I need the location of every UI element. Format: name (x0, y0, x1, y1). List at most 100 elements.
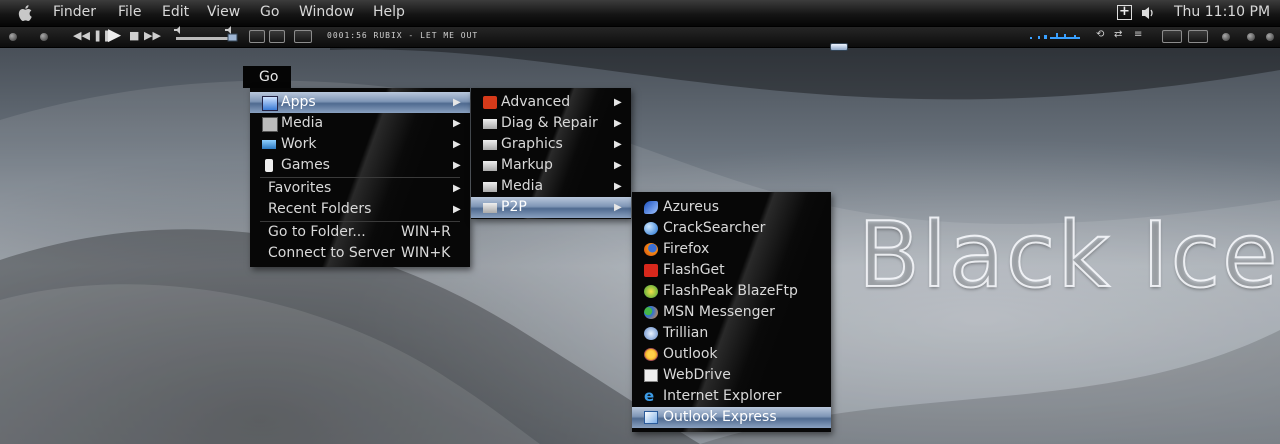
work-icon (262, 140, 276, 149)
menu-item-apps[interactable]: Apps ▶ (250, 92, 470, 113)
submenu-arrow-icon: ▶ (614, 139, 622, 150)
menu-item-go-to-folder[interactable]: Go to Folder... WIN+R (250, 222, 470, 243)
menu-item-markup[interactable]: Markup ▶ (471, 155, 631, 176)
menu-item-flashpeak-blazeftp[interactable]: FlashPeak BlazeFtp (632, 281, 831, 302)
power-icon (483, 96, 497, 109)
menu-item-label: Diag & Repair (501, 115, 598, 131)
menu-item-media[interactable]: Media ▶ (250, 113, 470, 134)
shuffle-icon[interactable]: ⇄ (1114, 29, 1122, 40)
blazeftp-icon (644, 285, 658, 298)
folder-icon (483, 182, 497, 192)
games-icon (265, 159, 273, 172)
p2p-submenu: Azureus CrackSearcher Firefox FlashGet F… (632, 192, 831, 432)
menu-item-label: Media (501, 178, 544, 194)
menu-item-media-folder[interactable]: Media ▶ (471, 176, 631, 197)
menu-item-label: Advanced (501, 94, 571, 110)
clock[interactable]: Thu 11:10 PM (1174, 4, 1270, 20)
window-button[interactable] (294, 30, 312, 43)
submenu-arrow-icon: ▶ (614, 202, 622, 213)
volume-icon[interactable] (1141, 6, 1157, 20)
folder-icon (483, 161, 497, 171)
menu-item-label: Trillian (663, 325, 709, 341)
menu-item-advanced[interactable]: Advanced ▶ (471, 92, 631, 113)
menu-item-firefox[interactable]: Firefox (632, 239, 831, 260)
webdrive-icon (644, 369, 658, 382)
trillian-icon (644, 327, 658, 340)
add-icon[interactable]: + (1117, 5, 1132, 20)
playlist-button[interactable] (269, 30, 285, 43)
menu-item-label: P2P (501, 199, 527, 215)
menu-item-label: Firefox (663, 241, 710, 257)
menu-item-cracksearcher[interactable]: CrackSearcher (632, 218, 831, 239)
submenu-arrow-icon: ▶ (453, 183, 461, 194)
menu-help[interactable]: Help (373, 4, 405, 20)
eq-icon[interactable]: ≡ (1134, 29, 1142, 40)
track-title: 0001:56 RUBIX - LET ME OUT (327, 31, 479, 40)
menu-item-label: Games (281, 157, 330, 173)
skin-button[interactable] (1188, 30, 1208, 43)
right-knob-icon (1222, 33, 1230, 41)
menu-file[interactable]: File (118, 4, 141, 20)
wallpaper-logo-text: Black Ice (857, 203, 1280, 308)
menu-item-label: Outlook Express (663, 409, 777, 425)
menu-item-label: WebDrive (663, 367, 731, 383)
menu-item-games[interactable]: Games ▶ (250, 155, 470, 176)
apple-icon[interactable] (16, 3, 36, 23)
go-menu-title[interactable]: Go (243, 66, 291, 88)
menu-view[interactable]: View (207, 4, 240, 20)
menu-item-label: FlashPeak BlazeFtp (663, 283, 798, 299)
right-knob-icon-3 (1266, 33, 1274, 41)
globe-icon (644, 222, 658, 235)
go-menu: Apps ▶ Media ▶ Work ▶ Games ▶ Favorites … (250, 88, 470, 267)
repeat-icon[interactable]: ⟲ (1096, 29, 1104, 40)
menu-edit[interactable]: Edit (162, 4, 189, 20)
menu-item-flashget[interactable]: FlashGet (632, 260, 831, 281)
menu-item-label: Outlook (663, 346, 718, 362)
play-icon[interactable]: ▶ (108, 25, 121, 45)
media-player-bar: ◀◀ ❚❚ ▶ ■ ▶▶ 0001:56 RUBIX - LET ME OUT … (0, 25, 1280, 48)
azureus-icon (644, 201, 658, 214)
menu-item-outlook-express[interactable]: Outlook Express (632, 407, 831, 428)
right-knob-icon-2 (1247, 33, 1255, 41)
seek-slider[interactable] (830, 43, 848, 51)
menu-item-trillian[interactable]: Trillian (632, 323, 831, 344)
menu-item-msn-messenger[interactable]: MSN Messenger (632, 302, 831, 323)
volume-slider[interactable] (172, 23, 240, 43)
menu-item-connect-to-server[interactable]: Connect to Server WIN+K (250, 243, 470, 264)
menu-item-recent-folders[interactable]: Recent Folders ▶ (250, 199, 470, 220)
menu-item-label: Recent Folders (268, 201, 372, 217)
shortcut-label: WIN+R (401, 224, 451, 240)
eject-button[interactable] (249, 30, 265, 43)
menu-go[interactable]: Go (260, 4, 279, 20)
menu-item-graphics[interactable]: Graphics ▶ (471, 134, 631, 155)
apps-icon (262, 96, 278, 111)
submenu-arrow-icon: ▶ (614, 181, 622, 192)
ie-icon: e (644, 387, 655, 405)
submenu-arrow-icon: ▶ (614, 97, 622, 108)
menu-item-label: Connect to Server (268, 245, 395, 261)
menu-item-diag-repair[interactable]: Diag & Repair ▶ (471, 113, 631, 134)
menu-finder[interactable]: Finder (53, 4, 96, 20)
menu-item-p2p[interactable]: P2P ▶ (471, 197, 631, 218)
media-icon (262, 117, 278, 132)
mini-mode-button[interactable] (1162, 30, 1182, 43)
left-knob-icon (9, 33, 17, 41)
apps-submenu: Advanced ▶ Diag & Repair ▶ Graphics ▶ Ma… (471, 88, 631, 219)
menu-item-label: Work (281, 136, 317, 152)
menu-item-outlook[interactable]: Outlook (632, 344, 831, 365)
rewind-icon[interactable]: ◀◀ (73, 29, 90, 42)
menu-item-internet-explorer[interactable]: e Internet Explorer (632, 386, 831, 407)
submenu-arrow-icon: ▶ (453, 204, 461, 215)
menu-item-favorites[interactable]: Favorites ▶ (250, 178, 470, 199)
submenu-arrow-icon: ▶ (614, 160, 622, 171)
fast-forward-icon[interactable]: ▶▶ (144, 29, 161, 42)
menu-item-webdrive[interactable]: WebDrive (632, 365, 831, 386)
folder-icon (483, 203, 497, 213)
firefox-icon (644, 243, 658, 256)
menu-item-azureus[interactable]: Azureus (632, 197, 831, 218)
submenu-arrow-icon: ▶ (453, 118, 461, 129)
menu-window[interactable]: Window (299, 4, 354, 20)
flashget-icon (644, 264, 658, 277)
menu-item-work[interactable]: Work ▶ (250, 134, 470, 155)
stop-icon[interactable]: ■ (129, 29, 139, 42)
